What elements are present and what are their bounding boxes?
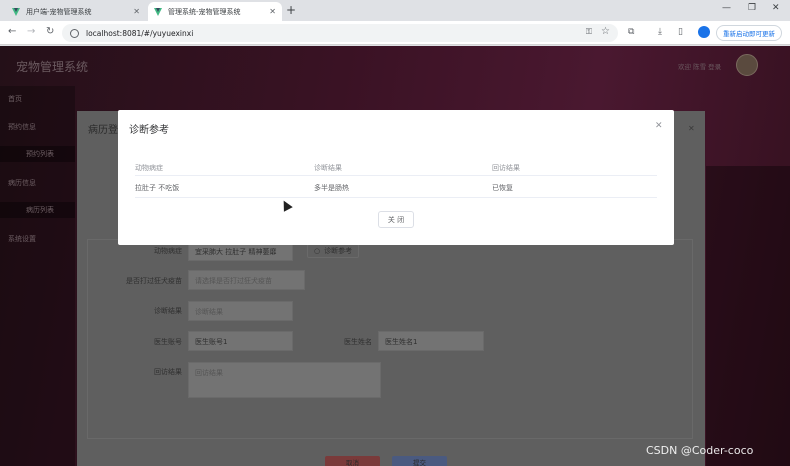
symptom-label: 动物病症 bbox=[154, 247, 182, 255]
record-dialog-close-icon[interactable]: ✕ bbox=[688, 124, 695, 133]
column-header-symptom: 动物病症 bbox=[135, 164, 163, 172]
vue-logo-icon bbox=[12, 7, 21, 16]
sidebar: 首页 预约信息 预约列表 病历信息 病历列表 系统设置 bbox=[0, 86, 75, 466]
back-icon[interactable]: ← bbox=[8, 26, 16, 37]
record-dialog-title: 病历登 bbox=[88, 125, 118, 136]
browser-tabbar: 用户端-宠物管理系统 ✕ 管理系统-宠物管理系统 ✕ + — ❐ ✕ bbox=[0, 0, 790, 21]
submit-button[interactable]: 提交 bbox=[392, 456, 447, 466]
cancel-button[interactable]: 取消 bbox=[325, 456, 380, 466]
search-icon: ○ bbox=[314, 247, 321, 255]
app-title: 宠物管理系统 bbox=[16, 60, 89, 74]
diagnosis-reference-modal: 诊断参考 ✕ 动物病症 诊断结果 回访结果 拉肚子 不吃饭 多半是肠热 已恢复 … bbox=[118, 110, 674, 245]
sidebar-item-appointment[interactable]: 预约信息 bbox=[8, 122, 36, 132]
modal-title: 诊断参考 bbox=[129, 125, 169, 136]
diagnosis-input[interactable]: 诊断结果 bbox=[188, 301, 293, 321]
sidebar-item-records[interactable]: 病历信息 bbox=[8, 178, 36, 188]
cell-followup: 已恢复 bbox=[492, 184, 513, 192]
url-text: localhost:8081/#/yuyuexinxi bbox=[86, 28, 194, 38]
modal-close-button[interactable]: 关 闭 bbox=[378, 211, 414, 228]
doctor-name-input[interactable]: 医生姓名1 bbox=[378, 331, 484, 351]
window-close-icon[interactable]: ✕ bbox=[772, 3, 780, 13]
content-table-edge bbox=[706, 166, 790, 466]
browser-tab-admin[interactable]: 管理系统-宠物管理系统 ✕ bbox=[148, 2, 282, 21]
address-bar[interactable]: localhost:8081/#/yuyuexinxi ⚿ ☆ bbox=[62, 24, 618, 42]
forward-icon[interactable]: → bbox=[27, 26, 35, 37]
tab-label: 用户端-宠物管理系统 bbox=[26, 7, 92, 16]
table-row[interactable]: 拉肚子 不吃饭 多半是肠热 已恢复 bbox=[135, 177, 657, 198]
restore-icon[interactable]: ❐ bbox=[748, 3, 756, 13]
column-header-followup: 回访结果 bbox=[492, 164, 520, 172]
sidebar-item-home[interactable]: 首页 bbox=[8, 94, 22, 104]
column-header-diagnosis: 诊断结果 bbox=[314, 164, 342, 172]
cell-diagnosis: 多半是肠热 bbox=[314, 184, 349, 192]
table-header: 动物病症 诊断结果 回访结果 bbox=[135, 160, 657, 176]
tab-label: 管理系统-宠物管理系统 bbox=[168, 7, 241, 16]
minimize-icon[interactable]: — bbox=[722, 3, 731, 13]
side-panel-icon[interactable]: ▯ bbox=[678, 27, 683, 37]
key-icon[interactable]: ⚿ bbox=[586, 27, 592, 37]
tab-close-icon[interactable]: ✕ bbox=[133, 7, 140, 16]
extensions-icon[interactable]: ⧉ bbox=[628, 27, 634, 37]
diagnosis-reference-label: 诊断参考 bbox=[324, 247, 353, 255]
followup-label: 回访结果 bbox=[154, 368, 182, 376]
profile-avatar-icon[interactable] bbox=[698, 26, 710, 38]
doctor-account-label: 医生账号 bbox=[154, 338, 182, 346]
vaccine-label: 是否打过狂犬疫苗 bbox=[126, 277, 182, 285]
cell-symptom: 拉肚子 不吃饭 bbox=[135, 184, 180, 192]
update-button[interactable]: 重新启动即可更新 bbox=[716, 25, 782, 41]
bookmark-star-icon[interactable]: ☆ bbox=[601, 26, 610, 37]
tab-close-icon[interactable]: ✕ bbox=[269, 7, 276, 16]
site-info-icon[interactable] bbox=[70, 28, 79, 38]
vue-logo-icon bbox=[154, 7, 163, 16]
reload-icon[interactable]: ↻ bbox=[46, 26, 54, 37]
diagnosis-reference-button[interactable]: ○ 诊断参考 bbox=[307, 244, 360, 258]
sidebar-item-appointment-list[interactable]: 预约列表 bbox=[0, 146, 75, 162]
new-tab-icon[interactable]: + bbox=[286, 3, 296, 17]
watermark: CSDN @Coder-coco bbox=[646, 444, 754, 457]
doctor-account-input[interactable]: 医生账号1 bbox=[188, 331, 293, 351]
sidebar-item-settings[interactable]: 系统设置 bbox=[8, 234, 36, 244]
modal-close-icon[interactable]: ✕ bbox=[655, 121, 663, 131]
followup-textarea[interactable]: 回访结果 bbox=[188, 362, 381, 398]
vaccine-select[interactable]: 请选择是否打过狂犬疫苗 bbox=[188, 270, 305, 290]
browser-tab-user[interactable]: 用户端-宠物管理系统 ✕ bbox=[6, 2, 146, 21]
browser-toolbar: ← → ↻ localhost:8081/#/yuyuexinxi ⚿ ☆ ⧉ … bbox=[0, 21, 790, 45]
download-icon[interactable]: ⤓ bbox=[658, 27, 662, 37]
sidebar-item-record-list[interactable]: 病历列表 bbox=[0, 202, 75, 218]
user-greeting: 欢迎 陈雪 登录 bbox=[678, 63, 722, 71]
diagnosis-label: 诊断结果 bbox=[154, 307, 182, 315]
user-avatar[interactable] bbox=[736, 54, 758, 76]
doctor-name-label: 医生姓名 bbox=[344, 338, 372, 346]
